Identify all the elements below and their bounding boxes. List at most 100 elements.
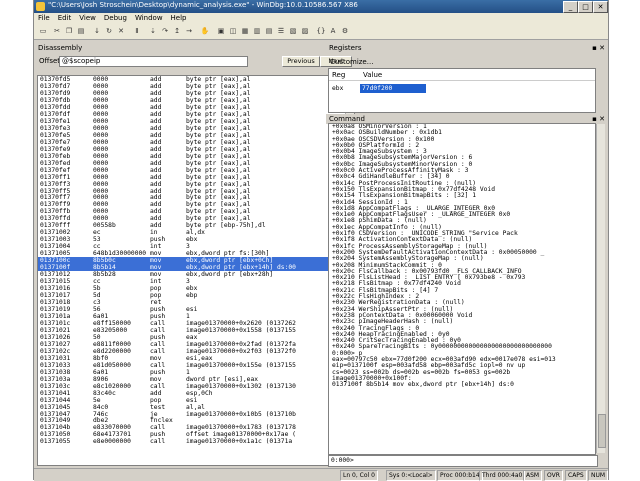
callstack-icon[interactable]: ☰	[276, 26, 286, 36]
menu-file[interactable]: File	[34, 13, 54, 24]
reg-column-header[interactable]: Reg	[332, 71, 345, 79]
title-bar[interactable]: "C:\Users\Josh Stroschein\Desktop\dynami…	[34, 0, 608, 13]
disassembly-row[interactable]: 01371055 e8e0000000 call image01370000+0x1a…	[38, 438, 354, 445]
copy-icon[interactable]: ❐	[64, 26, 74, 36]
disassembly-row[interactable]: 01370fd7 0000 add byte ptr [eax],al	[38, 83, 354, 90]
disassembly-row[interactable]: 01371049 dbe2 fnclex	[38, 417, 354, 424]
disassembly-row[interactable]: 0137102c e8d2200000 call image01370000+0x2f…	[38, 348, 354, 355]
run-to-cursor-icon[interactable]: →	[184, 26, 194, 36]
menu-window[interactable]: Window	[131, 13, 167, 24]
disassembly-row[interactable]: 01370ff1 0000 add byte ptr [eax],al	[38, 174, 354, 181]
disassembly-row[interactable]: 01371038 6a01 push 1	[38, 369, 354, 376]
disassembly-row[interactable]: 01371026 50 push eax	[38, 334, 354, 341]
disassembly-row[interactable]: 01370feb 0000 add byte ptr [eax],al	[38, 153, 354, 160]
break-icon[interactable]: Ⅱ	[132, 26, 142, 36]
scratchpad-icon[interactable]: ▨	[300, 26, 310, 36]
font-icon[interactable]: A	[328, 26, 338, 36]
breakpoint-icon[interactable]: ✋	[200, 26, 210, 36]
disassembly-row[interactable]: 0137101c e8ff150000 call image01370000+0x26…	[38, 320, 354, 327]
disassembly-row[interactable]: 01371047 746c je image01370000+0x10b5 (0137…	[38, 411, 354, 418]
disassembly-icon[interactable]: ▧	[288, 26, 298, 36]
disassembly-row[interactable]: 01371003 53 push ebx	[38, 236, 354, 243]
disassembly-row[interactable]: 01371018 c3 ret	[38, 299, 354, 306]
disassembly-row[interactable]: 01371012 8b5b28 mov ebx,dword ptr [ebx+28h]	[38, 271, 354, 278]
step-into-icon[interactable]: ⇣	[148, 26, 158, 36]
disassembly-row[interactable]: 01370fdd 0000 add byte ptr [eax],al	[38, 104, 354, 111]
command-input[interactable]	[357, 456, 595, 466]
disassembly-row[interactable]: 01371031 8bf0 mov esi,eax	[38, 355, 354, 362]
disassembly-listing[interactable]: 01370fd5 0000 add byte ptr [eax],al 01370fd7…	[37, 75, 355, 466]
disassembly-row[interactable]: 01370ffb 0000 add byte ptr [eax],al	[38, 208, 354, 215]
minimize-button[interactable]: _	[563, 1, 578, 13]
disassembly-row[interactable]: 01370fd9 0000 add byte ptr [eax],al	[38, 90, 354, 97]
disassembly-row[interactable]: 01371041 83c40c add esp,0Ch	[38, 390, 354, 397]
cut-icon[interactable]: ✂	[52, 26, 62, 36]
open-icon[interactable]: ▭	[38, 26, 48, 36]
disassembly-row[interactable]: 01371004 cc int 3	[38, 243, 354, 250]
source-mode-icon[interactable]: {}	[316, 26, 326, 36]
disassembly-row[interactable]: 01370fdf 0000 add byte ptr [eax],al	[38, 111, 354, 118]
stop-icon[interactable]: ✕	[116, 26, 126, 36]
offset-input[interactable]: @$scopeip	[59, 56, 248, 67]
disassembly-row[interactable]: 0137103a 8906 mov dword ptr [esi],eax	[38, 376, 354, 383]
command-scrollbar[interactable]	[596, 124, 606, 453]
disassembly-row[interactable]: 01370ff3 0000 add byte ptr [eax],al	[38, 181, 354, 188]
menu-debug[interactable]: Debug	[100, 13, 131, 24]
disassembly-row[interactable]: 01370ffd 0000 add byte ptr [eax],al	[38, 215, 354, 222]
disassembly-title-bar[interactable]: Disassembly ▪ ✕	[35, 43, 352, 53]
customize-link[interactable]: Customize...	[328, 57, 606, 67]
disassembly-row[interactable]: 01371017 5d pop ebp	[38, 292, 354, 299]
register-row[interactable]: ebx 77d0f200	[329, 83, 595, 94]
disassembly-row[interactable]: 0137104b e833070000 call image01370000+0x17…	[38, 424, 354, 431]
disassembly-row[interactable]: 01370fe3 0000 add byte ptr [eax],al	[38, 125, 354, 132]
disassembly-row[interactable]: 01370fed 0000 add byte ptr [eax],al	[38, 160, 354, 167]
menu-view[interactable]: View	[75, 13, 100, 24]
disassembly-row[interactable]: 01371015 cc int 3	[38, 278, 354, 285]
disassembly-row[interactable]: 01370fff 00558b add byte ptr [ebp-75h],dl	[38, 222, 354, 229]
disassembly-row[interactable]: 01371045 84c0 test al,al	[38, 404, 354, 411]
step-over-icon[interactable]: ↷	[160, 26, 170, 36]
disassembly-row[interactable]: 0137103c e8c1020000 call image01370000+0x13…	[38, 383, 354, 390]
disassembly-row[interactable]: 01371050 68e4173701 push offset image013700…	[38, 431, 354, 438]
registers-title-bar[interactable]: Registers ▪ ✕	[326, 43, 607, 53]
memory-icon[interactable]: ▤	[264, 26, 274, 36]
disassembly-row[interactable]: 01370ff5 0000 add byte ptr [eax],al	[38, 188, 354, 195]
current-instruction-row[interactable]: 0137100f 8b5b14 mov ebx,dword ptr [ebx+14h]…	[38, 264, 354, 271]
disassembly-row[interactable]: 01370fef 0000 add byte ptr [eax],al	[38, 167, 354, 174]
menu-help[interactable]: Help	[167, 13, 191, 24]
disassembly-row[interactable]: 0137101a 6a01 push 1	[38, 313, 354, 320]
disassembly-row[interactable]: 01370fe1 0000 add byte ptr [eax],al	[38, 118, 354, 125]
register-value[interactable]: 77d0f200	[360, 84, 426, 93]
close-button[interactable]: ✕	[593, 1, 608, 13]
previous-button[interactable]: Previous	[282, 56, 320, 67]
disassembly-row[interactable]: 01371002 ec in al,dx	[38, 229, 354, 236]
watch-icon[interactable]: ◫	[228, 26, 238, 36]
restart-icon[interactable]: ↻	[104, 26, 114, 36]
step-out-icon[interactable]: ↥	[172, 26, 182, 36]
value-column-header[interactable]: Value	[363, 71, 382, 79]
options-icon[interactable]: ⚙	[340, 26, 350, 36]
disassembly-row[interactable]: 01371021 e83205000 call image01370000+0x155…	[38, 327, 354, 334]
disassembly-row[interactable]: 01371044 5e pop esi	[38, 397, 354, 404]
disassembly-row[interactable]: 01370ff9 0000 add byte ptr [eax],al	[38, 201, 354, 208]
disassembly-row[interactable]: 01370fe5 0000 add byte ptr [eax],al	[38, 132, 354, 139]
registers-icon[interactable]: ▥	[252, 26, 262, 36]
registers-close-icon[interactable]: ▪ ✕	[592, 43, 605, 53]
disassembly-row[interactable]: 01370fe9 0000 add byte ptr [eax],al	[38, 146, 354, 153]
disassembly-row[interactable]: 01370ff7 0000 add byte ptr [eax],al	[38, 194, 354, 201]
paste-icon[interactable]: ▤	[76, 26, 86, 36]
disassembly-row[interactable]: 01371027 e8811f0000 call image01370000+0x2f…	[38, 341, 354, 348]
menu-edit[interactable]: Edit	[54, 13, 76, 24]
current-instruction-row[interactable]: 0137100c 8b5b0c mov ebx,dword ptr [ebx+0Ch]	[38, 257, 354, 264]
disassembly-row[interactable]: 01370fd5 0000 add byte ptr [eax],al	[38, 76, 354, 83]
disassembly-row[interactable]: 01371019 56 push esi	[38, 306, 354, 313]
disassembly-row[interactable]: 01370fdb 0000 add byte ptr [eax],al	[38, 97, 354, 104]
command-icon[interactable]: ▣	[216, 26, 226, 36]
disassembly-row[interactable]: 01371005 648b1d30000000 mov ebx,dword ptr f…	[38, 250, 354, 257]
disassembly-row[interactable]: 01370fe7 0000 add byte ptr [eax],al	[38, 139, 354, 146]
locals-icon[interactable]: ▦	[240, 26, 250, 36]
command-scroll-thumb[interactable]	[598, 414, 606, 448]
disassembly-row[interactable]: 01371033 e81d050000 call image01370000+0x15…	[38, 362, 354, 369]
go-icon[interactable]: ↓	[92, 26, 102, 36]
disassembly-row[interactable]: 01371016 5b pop ebx	[38, 285, 354, 292]
